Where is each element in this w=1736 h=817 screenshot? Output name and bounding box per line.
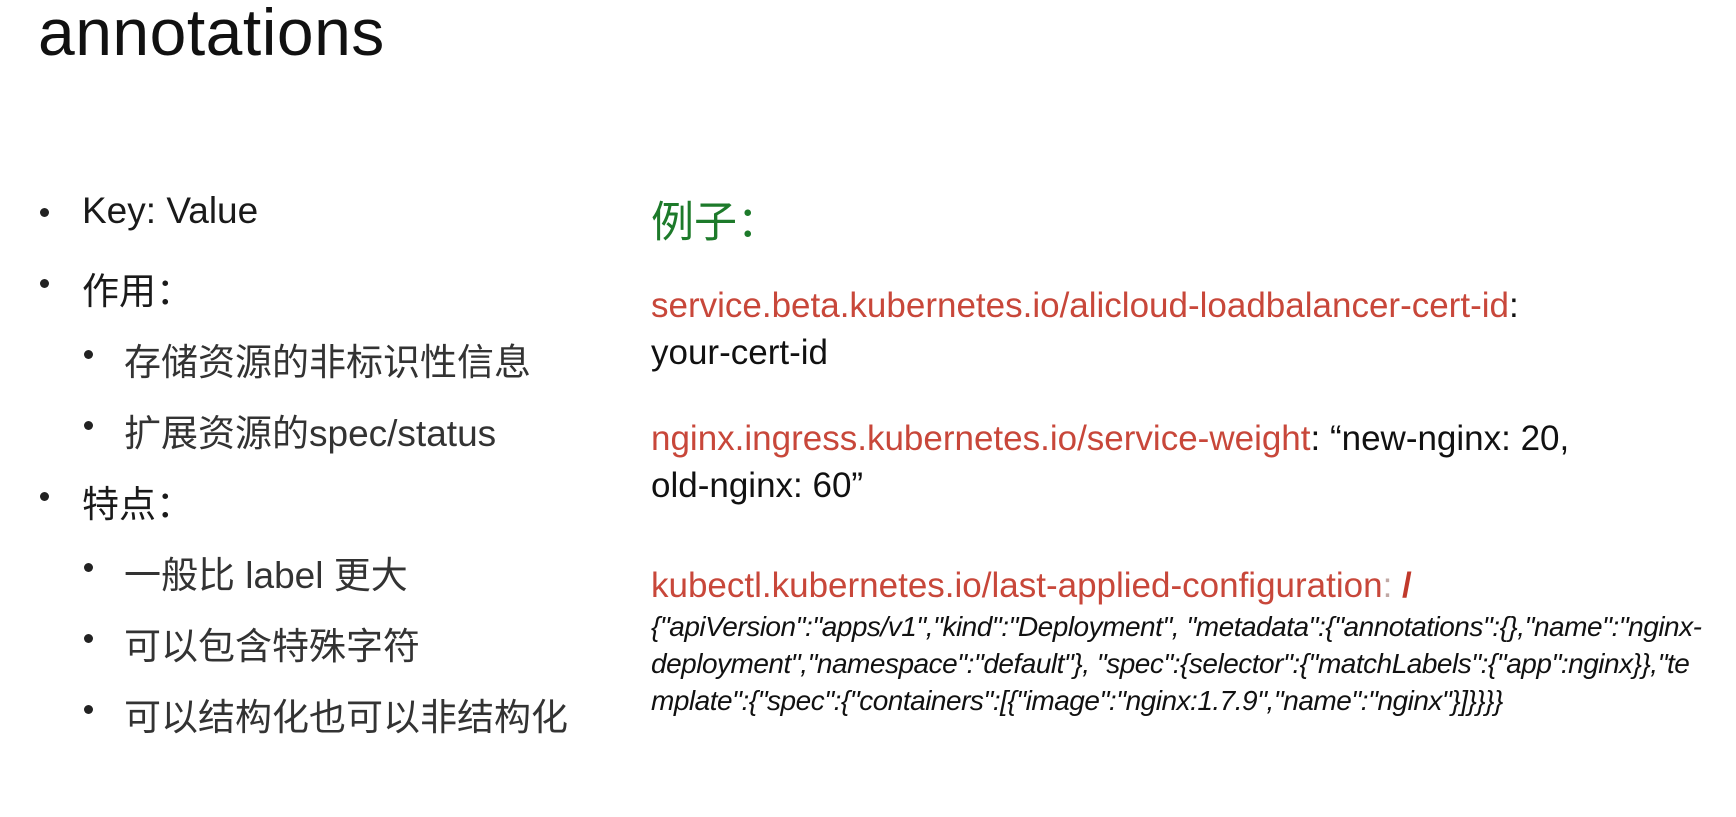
bullet-dot-icon xyxy=(40,279,49,288)
bullet-text: 特点： xyxy=(82,484,193,525)
bullet-dot-icon xyxy=(84,634,93,643)
bullet-dot-icon xyxy=(84,705,93,714)
annotation-key: service.beta.kubernetes.io/alicloud-load… xyxy=(651,286,1509,325)
bullet-text: 作用： xyxy=(82,271,193,312)
example-service-weight: nginx.ingress.kubernetes.io/service-weig… xyxy=(651,415,1569,509)
annotation-key: kubectl.kubernetes.io/last-applied-confi… xyxy=(651,566,1383,605)
sub-bullet-item: 可以结构化也可以非结构化 xyxy=(34,687,634,758)
annotation-slash: / xyxy=(1402,566,1412,605)
annotation-separator: : xyxy=(1310,419,1330,458)
annotation-value-continued: old-nginx: 60” xyxy=(651,466,864,505)
annotation-key: nginx.ingress.kubernetes.io/service-weig… xyxy=(651,419,1311,458)
sub-bullet-item: 一般比 label 更大 xyxy=(34,545,634,616)
annotation-value: “new-nginx: 20, xyxy=(1329,419,1570,458)
bullet-dot-icon xyxy=(40,492,49,501)
bullet-item: Key: Value xyxy=(34,190,634,261)
bullet-text: 可以结构化也可以非结构化 xyxy=(124,697,568,738)
bullet-dot-icon xyxy=(84,350,93,359)
bullet-list: Key: Value 作用： 存储资源的非标识性信息 扩展资源的spec/sta… xyxy=(34,190,634,758)
sub-bullet-item: 可以包含特殊字符 xyxy=(34,616,634,687)
sub-bullet-item: 扩展资源的spec/status xyxy=(34,403,634,474)
bullet-dot-icon xyxy=(84,421,93,430)
annotation-json-value: {"apiVersion":"apps/v1","kind":"Deployme… xyxy=(651,611,1702,716)
bullet-text: 可以包含特殊字符 xyxy=(124,626,420,667)
example-cert-id: service.beta.kubernetes.io/alicloud-load… xyxy=(651,282,1519,376)
bullet-text: 一般比 label 更大 xyxy=(124,555,408,596)
bullet-dot-icon xyxy=(84,563,93,572)
bullet-text: 存储资源的非标识性信息 xyxy=(124,342,531,383)
annotation-value: your-cert-id xyxy=(651,333,828,372)
example-heading: 例子： xyxy=(651,199,780,247)
bullet-item: 作用： xyxy=(34,261,634,332)
bullet-item: 特点： xyxy=(34,474,634,545)
example-last-applied: kubectl.kubernetes.io/last-applied-confi… xyxy=(651,562,1412,609)
bullet-dot-icon xyxy=(40,208,49,217)
annotation-separator: : xyxy=(1382,566,1403,605)
bullet-text: Key: Value xyxy=(82,190,259,231)
sub-bullet-item: 存储资源的非标识性信息 xyxy=(34,332,634,403)
annotation-separator: : xyxy=(1508,286,1519,325)
bullet-text: 扩展资源的spec/status xyxy=(124,413,497,454)
page-title: annotations xyxy=(38,0,385,69)
